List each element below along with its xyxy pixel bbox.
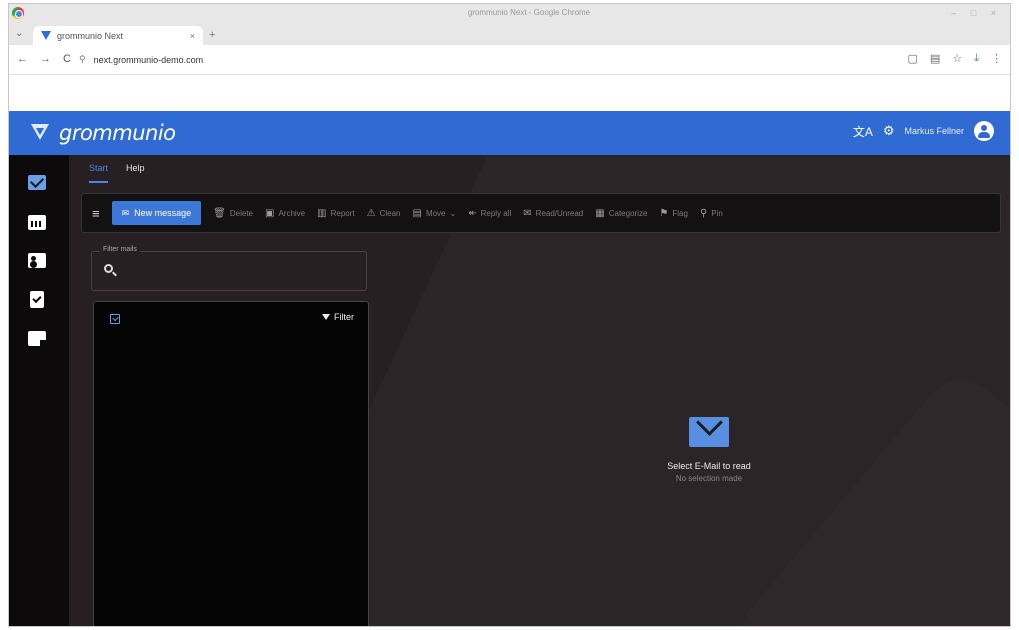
tab-title: grommunio Next — [57, 30, 124, 41]
forward-button[interactable]: → — [40, 53, 51, 65]
translate-page-icon[interactable]: ▤ — [930, 52, 940, 65]
browser-menu-icon[interactable]: ⋮ — [991, 52, 1002, 65]
mail-list: Filter — [93, 301, 369, 626]
reading-pane-empty-state: Select E-Mail to read No selection made — [629, 417, 789, 483]
brand-name: grommunio — [59, 121, 176, 145]
compose-icon: ✉ — [121, 207, 130, 218]
funnel-icon — [322, 314, 330, 320]
search-icon — [104, 264, 113, 273]
address-bar: ← → C ⚲ next.grommunio-demo.com ▢ ▤ ☆ ⤓ … — [9, 45, 1010, 75]
pin-button[interactable]: ⚲ Pin — [700, 208, 723, 219]
window-controls[interactable]: – □ × — [951, 8, 1002, 18]
grommunio-favicon-icon — [41, 30, 51, 41]
url-text: next.grommunio-demo.com — [93, 54, 204, 65]
app-rail — [9, 155, 69, 626]
envelope-icon — [689, 417, 729, 447]
user-name[interactable]: Markus Fellner — [904, 126, 964, 136]
filter-mails-input[interactable] — [122, 264, 362, 274]
move-button[interactable]: ▤ Move ⌄ — [412, 208, 456, 219]
archive-icon: ▣ — [265, 207, 275, 219]
reload-button[interactable]: C — [63, 53, 71, 65]
clean-icon: ⚠ — [366, 207, 376, 219]
tab-help[interactable]: Help — [126, 163, 145, 183]
site-info-icon[interactable]: ⚲ — [79, 54, 86, 65]
menu-tabs: Start Help — [89, 163, 145, 183]
flag-button[interactable]: ⚑ Flag — [659, 208, 688, 219]
report-button[interactable]: ▥ Report — [317, 208, 354, 219]
reply-all-button[interactable]: ↞ Reply all — [468, 208, 511, 219]
download-icon[interactable]: ⤓ — [974, 52, 979, 65]
tab-close-icon[interactable]: × — [190, 31, 195, 41]
mail-toolbar: ≡ ✉ New message 🗑 Delete ▣ Archive ▥ Report… — [81, 193, 1001, 233]
grommunio-logo-icon — [27, 120, 57, 146]
tasks-icon[interactable] — [30, 291, 44, 308]
delete-button[interactable]: 🗑 Delete — [213, 208, 253, 219]
mail-icon[interactable] — [28, 175, 46, 190]
pin-icon: ⚲ — [699, 207, 708, 219]
empty-state-title: Select E-Mail to read — [667, 461, 751, 471]
new-message-button[interactable]: ✉ New message — [111, 201, 202, 225]
filter-mails-field[interactable]: Filter mails — [91, 246, 367, 291]
browser-titlebar: grommunio Next - Google Chrome – □ × — [9, 4, 1010, 23]
language-icon[interactable]: 文A — [853, 123, 873, 140]
contacts-icon[interactable] — [28, 253, 46, 268]
move-icon: ▤ — [412, 207, 422, 219]
hamburger-menu-icon[interactable]: ≡ — [92, 206, 100, 221]
select-all-checkbox[interactable] — [110, 314, 120, 324]
empty-state-subtitle: No selection made — [675, 474, 743, 483]
new-tab-button[interactable]: + — [209, 29, 215, 41]
gear-icon[interactable]: ⚙ — [883, 123, 895, 139]
browser-window: grommunio Next - Google Chrome – □ × ⌄ g… — [8, 3, 1011, 627]
mail-main: Start Help ≡ ✉ New message 🗑 Delete ▣ Arch… — [69, 155, 1010, 626]
tab-strip: ⌄ grommunio Next × + — [9, 23, 1010, 45]
account-icon[interactable] — [974, 121, 994, 141]
bookmark-star-icon[interactable]: ☆ — [952, 52, 962, 65]
brand-logo[interactable]: grommunio — [27, 120, 176, 146]
grommunio-app: grommunio 文A ⚙ Markus Fellner Start Help… — [9, 111, 1010, 626]
app-header: grommunio 文A ⚙ Markus Fellner — [9, 111, 1010, 155]
chrome-icon — [12, 7, 24, 19]
url-field[interactable]: ⚲ next.grommunio-demo.com — [79, 54, 203, 65]
tab-search-chevron-icon[interactable]: ⌄ — [15, 28, 23, 39]
trash-icon: 🗑 — [213, 207, 226, 219]
back-button[interactable]: ← — [17, 53, 28, 65]
cast-icon[interactable]: ▢ — [907, 52, 917, 65]
browser-tab[interactable]: grommunio Next × — [33, 26, 203, 45]
read-unread-button[interactable]: ✉ Read/Unread — [523, 208, 583, 219]
calendar-icon[interactable] — [28, 215, 46, 230]
bookmark-bar — [9, 75, 1010, 111]
report-icon: ▥ — [317, 207, 327, 219]
filter-button[interactable]: Filter — [322, 312, 354, 322]
filter-mails-label: Filter mails — [100, 246, 140, 253]
archive-button[interactable]: ▣ Archive — [265, 208, 305, 219]
flag-icon: ⚑ — [659, 207, 669, 219]
notes-icon[interactable] — [28, 331, 46, 346]
clean-button[interactable]: ⚠ Clean — [367, 208, 401, 219]
read-icon: ✉ — [523, 207, 532, 219]
categorize-button[interactable]: ▦ Categorize — [595, 208, 647, 219]
tab-start[interactable]: Start — [89, 163, 109, 183]
window-title: grommunio Next - Google Chrome — [467, 8, 591, 17]
category-icon: ▦ — [595, 207, 605, 219]
reply-all-icon: ↞ — [468, 207, 477, 219]
chevron-down-icon: ⌄ — [449, 208, 457, 218]
